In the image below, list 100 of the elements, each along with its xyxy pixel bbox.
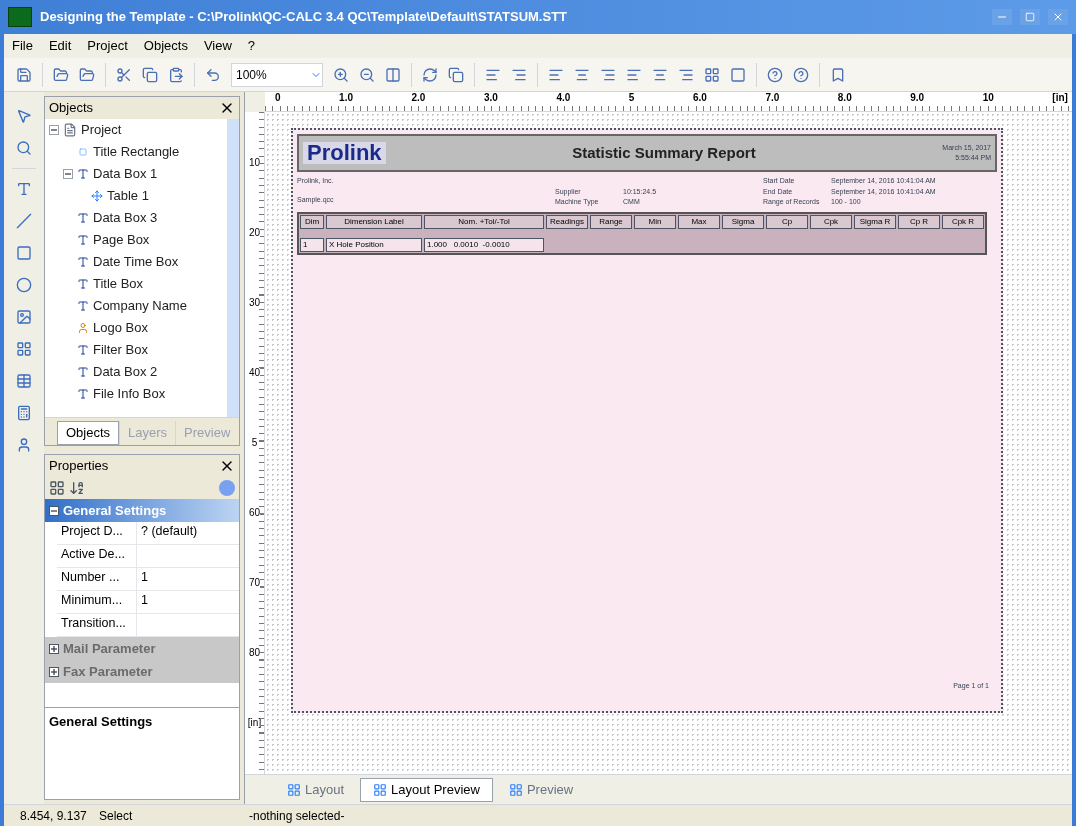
view-tab[interactable]: Layout <box>275 777 357 802</box>
page-icon <box>63 123 77 137</box>
tree-item[interactable]: Date Time Box <box>93 252 179 272</box>
menu-item[interactable]: Objects <box>143 36 188 56</box>
property-value[interactable]: ? (default) <box>137 522 239 544</box>
tool-icon <box>16 245 32 261</box>
rectangle-icon <box>77 148 89 156</box>
ruler-label: [in] <box>247 718 262 728</box>
tool-icon <box>16 405 32 421</box>
property-name: Active De... <box>57 545 137 567</box>
status-coordinates: 8.454, 9.137 <box>19 807 88 825</box>
view-tab[interactable]: Layout Preview <box>360 777 493 802</box>
tree-item[interactable]: Logo Box <box>93 318 148 338</box>
close-button[interactable] <box>1048 9 1068 25</box>
status-mode: Select <box>99 807 134 825</box>
column-header: Dimension Label <box>326 214 422 229</box>
scrollbar[interactable] <box>227 119 239 417</box>
tree-item[interactable]: Data Box 2 <box>93 362 158 382</box>
tree-item[interactable]: Title Rectangle <box>93 142 180 162</box>
text-icon <box>77 168 89 180</box>
ruler-label: 20 <box>248 228 261 238</box>
toolbar-icon <box>730 66 746 83</box>
zoom-field[interactable]: 100% <box>231 62 323 87</box>
column-header: Cp R <box>898 214 940 229</box>
minus-icon <box>64 170 72 178</box>
ruler-label: 40 <box>248 368 261 378</box>
text-icon <box>77 212 89 224</box>
property-value[interactable]: 1 <box>137 568 239 590</box>
column-header: Sigma R <box>854 214 896 229</box>
tool-icon <box>16 341 32 357</box>
tree-item[interactable]: Company Name <box>93 296 187 316</box>
logo: Prolink <box>303 142 386 164</box>
ruler-label: [in] <box>1052 92 1068 104</box>
column-header: Range <box>590 214 632 229</box>
app-icon <box>8 7 32 27</box>
ruler-label: 0 <box>275 92 281 104</box>
column-header: Max <box>678 214 720 229</box>
menu-item[interactable]: View <box>203 36 232 56</box>
ruler-label: 2.0 <box>411 92 426 104</box>
menu-item[interactable]: Project <box>87 36 128 56</box>
sort-icon[interactable] <box>69 480 85 496</box>
tree-item[interactable]: Title Box <box>93 274 144 294</box>
column-header: Cpk R <box>942 214 984 229</box>
report-title: Statistic Summary Report <box>571 142 757 163</box>
expand-toggle[interactable] <box>49 666 59 677</box>
ruler-label: 5 <box>251 438 258 448</box>
property-name: Project D... <box>57 522 137 544</box>
tree-item[interactable]: Data Box 3 <box>93 208 158 228</box>
column-header: Dim <box>300 214 324 229</box>
ruler-label: 6.0 <box>692 92 707 104</box>
ruler-label: 9.0 <box>910 92 925 104</box>
tool-icon <box>16 373 32 389</box>
ruler-label: 10 <box>982 92 994 104</box>
ruler-label: 1.0 <box>339 92 353 104</box>
property-name: Number ... <box>57 568 137 590</box>
menu-item[interactable]: Edit <box>48 36 72 56</box>
tree-item[interactable]: Filter Box <box>93 340 148 360</box>
ruler-label: 60 <box>248 508 261 518</box>
panel-title: Properties <box>49 457 110 476</box>
tree-item[interactable]: Data Box 1 <box>93 164 158 184</box>
toolbar-icon <box>359 66 375 83</box>
view-tab[interactable]: Preview <box>496 777 586 802</box>
column-header: Min <box>634 214 676 229</box>
categorized-icon[interactable] <box>49 480 65 496</box>
tree-item[interactable]: Table 1 <box>107 186 149 206</box>
table-cell: X Hole Position <box>326 237 422 252</box>
toolbar-icon <box>793 66 809 83</box>
column-header: Cpk <box>810 214 852 229</box>
collapse-toggle[interactable] <box>63 169 73 179</box>
plus-icon <box>50 644 58 653</box>
menu-item[interactable]: ? <box>247 36 256 56</box>
text-icon <box>77 278 89 290</box>
ruler-label: 3.0 <box>483 92 498 104</box>
status-selection: -nothing selected- <box>249 807 345 825</box>
collapse-toggle[interactable] <box>49 125 59 135</box>
toolbar-icon <box>168 66 184 83</box>
property-name: Transition... <box>57 614 137 636</box>
tree-item[interactable]: Page Box <box>93 230 150 250</box>
tool-icon <box>16 309 32 325</box>
text-icon <box>77 366 89 378</box>
panel-tab[interactable]: Objects <box>57 421 120 445</box>
category-label: Mail Parameter <box>63 639 156 658</box>
collapse-toggle[interactable] <box>49 505 59 516</box>
tool-icon <box>16 277 32 293</box>
toolbar-icon <box>422 66 438 83</box>
tool-icon <box>16 213 32 229</box>
tree-item[interactable]: Project <box>81 120 122 140</box>
menu-item[interactable]: File <box>12 36 33 56</box>
ruler-label: 5 <box>628 92 635 104</box>
ruler-label: 80 <box>248 648 261 658</box>
ruler-label: 8.0 <box>837 92 852 104</box>
property-value[interactable]: 1 <box>137 591 239 613</box>
expand-toggle[interactable] <box>49 643 59 654</box>
tree-item[interactable]: File Info Box <box>93 384 166 404</box>
toolbar-icon <box>116 66 132 83</box>
tool-icon <box>16 140 32 156</box>
maximize-icon <box>1025 12 1035 22</box>
category-label: Fax Parameter <box>63 662 153 681</box>
column-header: Readings <box>546 214 588 229</box>
column-header: Sigma <box>722 214 764 229</box>
